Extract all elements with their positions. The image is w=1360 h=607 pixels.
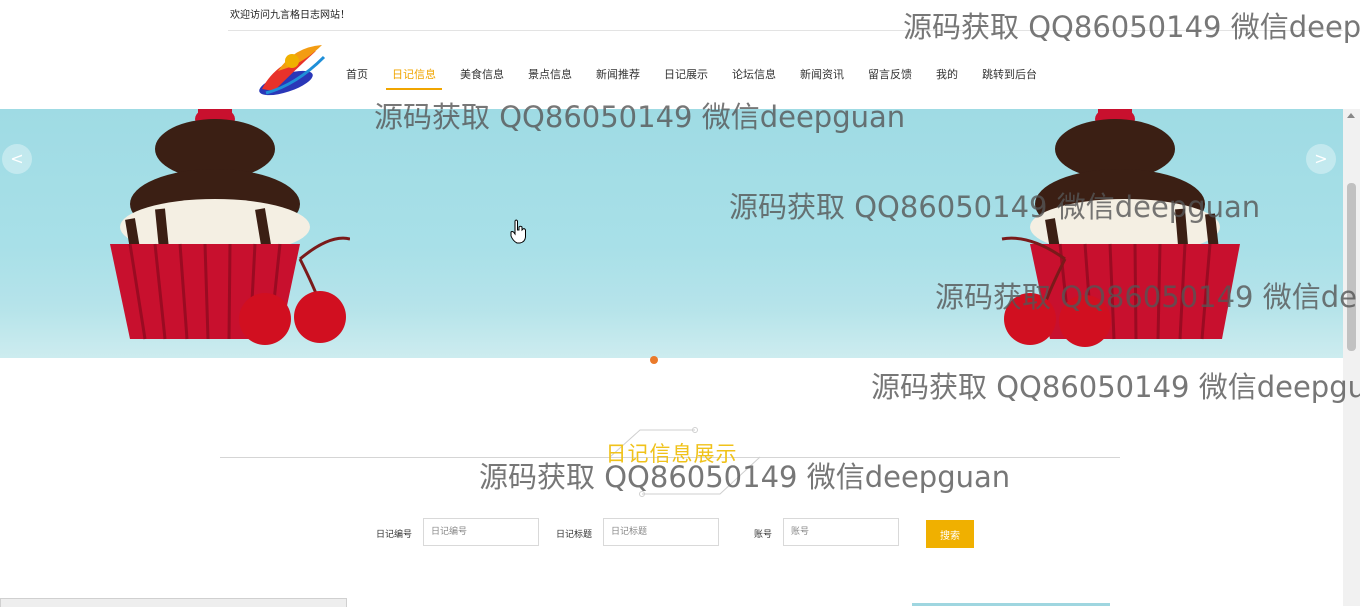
account-input[interactable] [783, 518, 899, 546]
nav-diary-show[interactable]: 日记展示 [658, 67, 714, 91]
nav-feedback[interactable]: 留言反馈 [862, 67, 918, 91]
nav-forum-info[interactable]: 论坛信息 [726, 67, 782, 91]
site-logo[interactable] [256, 41, 328, 99]
nav-diary-info[interactable]: 日记信息 [386, 67, 442, 91]
nav-home[interactable]: 首页 [340, 67, 374, 91]
section-title: 日记信息展示 [605, 442, 738, 466]
site-header: 首页 日记信息 美食信息 景点信息 新闻推荐 日记展示 论坛信息 新闻资讯 留言… [0, 31, 1343, 109]
diary-title-input[interactable] [603, 518, 719, 546]
diary-section-header: 日记信息展示 [0, 420, 1343, 500]
main-nav: 首页 日记信息 美食信息 景点信息 新闻推荐 日记展示 论坛信息 新闻资讯 留言… [340, 67, 1055, 91]
nav-admin[interactable]: 跳转到后台 [976, 67, 1043, 91]
next-arrow-icon[interactable]: > [1306, 144, 1336, 174]
cupcake-image-right [1001, 109, 1240, 347]
diary-id-input[interactable] [423, 518, 539, 546]
carousel-dot-1[interactable] [650, 356, 658, 364]
cupcake-image-left [110, 109, 350, 345]
carousel-dots [650, 356, 690, 364]
nav-food-info[interactable]: 美食信息 [454, 67, 510, 91]
page-scrollbar[interactable] [1343, 109, 1360, 606]
nav-scenic-info[interactable]: 景点信息 [522, 67, 578, 91]
nav-news-recommend[interactable]: 新闻推荐 [590, 67, 646, 91]
watermark-text: 源码获取 QQ86050149 微信deepgu [871, 370, 1360, 404]
diary-id-label: 日记编号 [376, 530, 413, 540]
welcome-text: 欢迎访问九言格日志网站！ [230, 10, 350, 21]
account-label: 账号 [754, 530, 773, 540]
diary-title-label: 日记标题 [556, 530, 593, 540]
hand-cursor-icon [510, 219, 526, 244]
top-bar: 欢迎访问九言格日志网站！ [228, 0, 1343, 31]
search-button[interactable]: 搜索 [926, 520, 974, 548]
banner-carousel[interactable]: < > [0, 109, 1343, 358]
nav-news-info[interactable]: 新闻资讯 [794, 67, 850, 91]
prev-arrow-icon[interactable]: < [2, 144, 32, 174]
scroll-thumb[interactable] [1347, 183, 1356, 351]
nav-mine[interactable]: 我的 [930, 67, 964, 91]
scroll-up-icon[interactable] [1347, 113, 1355, 118]
